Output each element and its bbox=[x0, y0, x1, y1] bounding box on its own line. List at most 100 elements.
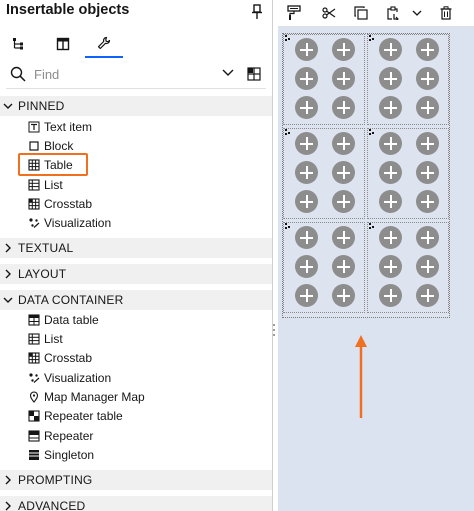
section-advanced[interactable]: ADVANCED bbox=[0, 496, 272, 511]
canvas-toolbar bbox=[278, 0, 474, 27]
add-object-icon[interactable] bbox=[295, 255, 318, 278]
paint-format-button[interactable] bbox=[284, 3, 304, 23]
data-container-item-singleton[interactable]: Singleton bbox=[28, 445, 94, 464]
data-container-item-map-manager-map[interactable]: Map Manager Map bbox=[28, 387, 145, 406]
add-object-icon[interactable] bbox=[379, 226, 402, 249]
panel-tabs bbox=[0, 30, 272, 58]
paste-options-dropdown[interactable] bbox=[407, 3, 427, 23]
add-object-icon[interactable] bbox=[416, 190, 439, 213]
list-icon bbox=[28, 178, 40, 191]
add-object-icon[interactable] bbox=[332, 284, 355, 307]
add-object-icon[interactable] bbox=[295, 226, 318, 249]
singleton-icon bbox=[29, 449, 39, 460]
data-container-item-crosstab[interactable]: Crosstab bbox=[28, 348, 92, 367]
pinned-item-list[interactable]: List bbox=[28, 175, 63, 194]
select-handle-icon[interactable] bbox=[285, 223, 291, 229]
section-data-container[interactable]: DATA CONTAINER bbox=[0, 290, 272, 310]
pinned-item-crosstab[interactable]: Crosstab bbox=[28, 194, 92, 213]
section-layout[interactable]: LAYOUT bbox=[0, 264, 272, 284]
data-container-item-repeater-table[interactable]: Repeater table bbox=[28, 406, 123, 425]
data-container-item-list[interactable]: List bbox=[28, 329, 63, 348]
add-object-icon[interactable] bbox=[379, 255, 402, 278]
add-object-icon[interactable] bbox=[295, 161, 318, 184]
add-object-icon[interactable] bbox=[295, 132, 318, 155]
add-object-icon[interactable] bbox=[295, 190, 318, 213]
add-object-icon[interactable] bbox=[416, 226, 439, 249]
tab-page-layout[interactable] bbox=[44, 30, 82, 58]
view-toggle-icon[interactable] bbox=[247, 67, 261, 81]
add-object-icon[interactable] bbox=[295, 38, 318, 61]
visualization-icon bbox=[29, 217, 40, 228]
add-object-icon[interactable] bbox=[332, 96, 355, 119]
delete-button[interactable] bbox=[436, 3, 456, 23]
panel-title: Insertable objects bbox=[6, 2, 130, 18]
select-handle-icon[interactable] bbox=[369, 129, 375, 135]
data-table-icon bbox=[28, 313, 40, 326]
text-item-icon bbox=[28, 121, 40, 132]
tab-data-tree[interactable] bbox=[0, 30, 38, 58]
page-layout-icon bbox=[56, 37, 70, 51]
section-label: PINNED bbox=[18, 99, 65, 113]
add-object-icon[interactable] bbox=[332, 67, 355, 90]
add-object-icon[interactable] bbox=[379, 284, 402, 307]
add-object-icon[interactable] bbox=[332, 226, 355, 249]
add-object-icon[interactable] bbox=[416, 67, 439, 90]
add-object-icon[interactable] bbox=[416, 38, 439, 61]
section-pinned[interactable]: PINNED bbox=[0, 96, 272, 116]
paste-button[interactable] bbox=[383, 3, 403, 23]
section-label: PROMPTING bbox=[18, 473, 93, 487]
select-handle-icon[interactable] bbox=[369, 35, 375, 41]
list-icon bbox=[28, 332, 40, 345]
add-object-icon[interactable] bbox=[416, 161, 439, 184]
add-object-icon[interactable] bbox=[379, 190, 402, 213]
select-handle-icon[interactable] bbox=[285, 129, 291, 135]
section-label: DATA CONTAINER bbox=[18, 293, 124, 307]
copy-button[interactable] bbox=[351, 3, 371, 23]
data-container-item-repeater[interactable]: Repeater bbox=[28, 426, 93, 445]
add-object-icon[interactable] bbox=[332, 161, 355, 184]
cut-button[interactable] bbox=[319, 3, 339, 23]
add-object-icon[interactable] bbox=[295, 284, 318, 307]
add-object-icon[interactable] bbox=[379, 96, 402, 119]
chevron-right-icon bbox=[5, 501, 11, 511]
paint-format-icon bbox=[287, 5, 301, 20]
drag-handle-icon[interactable] bbox=[273, 323, 275, 337]
block-icon bbox=[29, 140, 39, 151]
add-object-icon[interactable] bbox=[379, 161, 402, 184]
table-icon bbox=[28, 158, 40, 171]
section-prompting[interactable]: PROMPTING bbox=[0, 470, 272, 490]
add-object-icon[interactable] bbox=[379, 132, 402, 155]
add-object-icon[interactable] bbox=[332, 255, 355, 278]
section-label: LAYOUT bbox=[18, 267, 67, 281]
add-object-icon[interactable] bbox=[332, 38, 355, 61]
pinned-item-visualization[interactable]: Visualization bbox=[28, 213, 111, 232]
chevron-down-icon[interactable] bbox=[222, 68, 234, 78]
search-box bbox=[6, 62, 236, 86]
select-handle-icon[interactable] bbox=[369, 223, 375, 229]
visualization-icon bbox=[29, 372, 40, 383]
pinned-item-text-item[interactable]: Text item bbox=[28, 117, 92, 136]
add-object-icon[interactable] bbox=[379, 38, 402, 61]
add-object-icon[interactable] bbox=[295, 96, 318, 119]
data-container-item-visualization[interactable]: Visualization bbox=[28, 368, 111, 387]
panel-splitter[interactable] bbox=[272, 0, 276, 511]
pin-icon[interactable] bbox=[250, 4, 264, 20]
pinned-item-table[interactable]: Table bbox=[18, 153, 88, 176]
add-object-icon[interactable] bbox=[416, 96, 439, 119]
add-object-icon[interactable] bbox=[295, 67, 318, 90]
section-textual[interactable]: TEXTUAL bbox=[0, 238, 272, 258]
add-object-icon[interactable] bbox=[379, 67, 402, 90]
add-object-icon[interactable] bbox=[416, 284, 439, 307]
add-object-icon[interactable] bbox=[332, 190, 355, 213]
wrench-icon bbox=[97, 36, 111, 50]
search-input[interactable] bbox=[34, 66, 204, 82]
add-object-icon[interactable] bbox=[416, 132, 439, 155]
copy-icon bbox=[354, 6, 368, 20]
add-object-icon[interactable] bbox=[332, 132, 355, 155]
data-container-item-data-table[interactable]: Data table bbox=[28, 310, 99, 329]
tab-toolbox[interactable] bbox=[85, 30, 123, 58]
select-handle-icon[interactable] bbox=[285, 35, 291, 41]
chevron-right-icon bbox=[5, 243, 11, 253]
add-object-icon[interactable] bbox=[416, 255, 439, 278]
insertable-objects-panel: Insertable objects Find PINNED Text item… bbox=[0, 0, 272, 511]
